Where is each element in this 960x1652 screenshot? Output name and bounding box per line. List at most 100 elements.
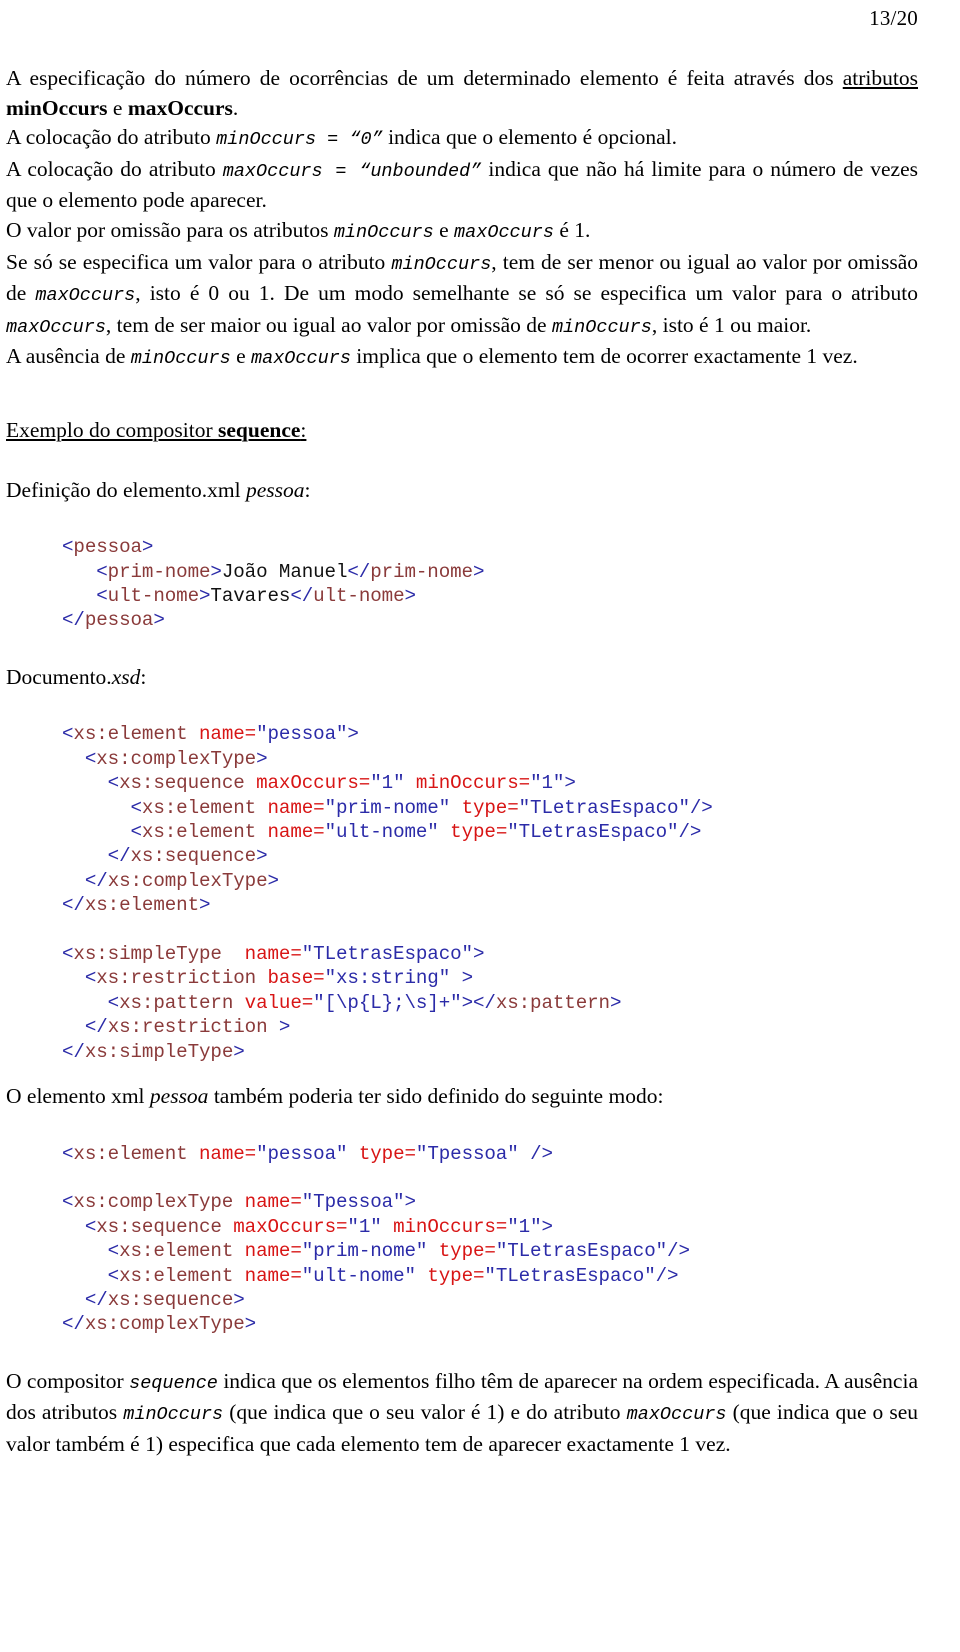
inline-code: minOccurs — [551, 316, 652, 338]
text-italic-xsd: xsd — [111, 664, 141, 689]
code-token-br: </ — [84, 1016, 108, 1039]
code-token-br: < — [96, 560, 108, 583]
text-run: : — [140, 664, 147, 689]
text-run: (que indica que o seu valor é 1) e do at… — [223, 1400, 627, 1425]
code-token-br: < — [84, 747, 97, 770]
code-token-tag: prim-nome — [107, 560, 211, 583]
document-body: A especificação do número de ocorrências… — [6, 64, 918, 1460]
code-token-br: < — [130, 796, 143, 819]
code-token-br: > — [472, 943, 485, 965]
code-token-tag: ult-nome — [313, 584, 405, 607]
code-token-val: "prim-nome" — [301, 1240, 428, 1263]
code-token-tag: ult-nome — [107, 584, 199, 607]
code-token-br: </ — [62, 1040, 85, 1063]
code-token-tag: xs:restriction — [96, 967, 257, 990]
code-token-br: > — [233, 1040, 245, 1063]
document-page: 13/20 A especificação do número de ocorr… — [0, 0, 960, 1652]
text-bold-maxoccurs: maxOccurs — [127, 95, 233, 120]
code-token-br: /> — [655, 1264, 679, 1287]
code-token-br: </ — [290, 584, 314, 607]
code-token-br: > — [141, 536, 154, 559]
paragraph-constraints: Se só se especifica um valor para o atri… — [6, 248, 918, 343]
code-token-attr: name= — [267, 796, 325, 819]
code-token-br: < — [107, 991, 120, 1014]
code-token-attr: name= — [199, 1142, 257, 1165]
code-token-tag: xs:complexType — [84, 1313, 245, 1336]
code-token-val: "[\p{L};\s]+" — [313, 991, 462, 1014]
code-token-val: "1" — [530, 772, 565, 795]
text-run: Documento. — [6, 664, 112, 689]
code-token-br: < — [62, 536, 74, 559]
code-token-br: > — [267, 869, 280, 892]
code-token-br: </ — [62, 609, 85, 632]
paragraph-maxoccurs-unbounded: A colocação do atributo maxOccurs = “unb… — [6, 155, 918, 216]
code-token-tag: xs:pattern — [119, 991, 234, 1014]
text-bold-sequence: sequence — [218, 417, 301, 442]
code-token-br: > — [564, 772, 576, 795]
paragraph-minoccurs-maxoccurs-intro: A especificação do número de ocorrências… — [6, 64, 918, 123]
code-token-tag: prim-nome — [370, 560, 473, 583]
code-token-br: > — [347, 723, 359, 746]
vertical-spacer — [6, 505, 918, 535]
text-run: é 1. — [553, 217, 591, 242]
inline-code: maxOccurs = “unbounded” — [222, 160, 482, 182]
page-number: 13/20 — [869, 6, 918, 30]
text-run: Se só se especifica um valor para o atri… — [6, 249, 392, 274]
code-token-tag: xs:element — [84, 894, 199, 917]
code-token-val: "1" — [507, 1215, 542, 1238]
code-token-tag: xs:sequence — [96, 1215, 222, 1238]
code-token-br: > — [210, 560, 222, 583]
text-run: . — [232, 95, 239, 120]
code-block-xml-pessoa: <pessoa> <prim-nome>João Manuel</prim-no… — [6, 535, 918, 633]
code-token-attr: base= — [267, 967, 325, 990]
vertical-spacer — [6, 633, 918, 663]
code-token-br: > — [404, 1191, 416, 1214]
text-run: implica que o elemento tem de ocorrer ex… — [350, 344, 858, 369]
code-token-txt: João Manuel — [221, 560, 348, 583]
heading-exemplo-sequence: Exemplo do compositor sequence: — [6, 416, 918, 446]
caption-documento-xsd: Documento.xsd: — [6, 663, 918, 693]
code-token-br: /> — [530, 1142, 553, 1165]
vertical-spacer — [6, 692, 918, 722]
code-token-br: </ — [84, 1289, 108, 1312]
code-token-val: "xs:string" — [324, 967, 451, 990]
code-token-attr: type= — [450, 820, 508, 843]
code-token-br: < — [96, 584, 108, 607]
code-token-br: > — [541, 1215, 553, 1238]
code-token-attr: type= — [461, 796, 519, 819]
vertical-spacer — [6, 1064, 918, 1082]
code-token-br: /> — [667, 1240, 690, 1263]
code-token-tag: pessoa — [73, 536, 142, 559]
text-run: A ausência de — [6, 344, 131, 369]
caption-definicao-alternativa: O elemento xml pessoa também poderia ter… — [6, 1082, 918, 1112]
code-token-attr: maxOccurs= — [233, 1215, 348, 1238]
text-bold-minoccurs: minOccurs — [6, 95, 108, 120]
text-italic-pessoa: pessoa — [149, 1084, 209, 1109]
code-token-br: /> — [689, 796, 713, 819]
text-run: e — [230, 344, 251, 369]
code-token-val: "Tpessoa" — [415, 1142, 519, 1165]
text-run: O elemento xml — [6, 1084, 150, 1109]
inline-code: minOccurs = “0” — [216, 129, 383, 151]
code-token-br: </ — [84, 869, 108, 892]
code-token-val: "TLetrasEspaco" — [484, 1264, 656, 1287]
